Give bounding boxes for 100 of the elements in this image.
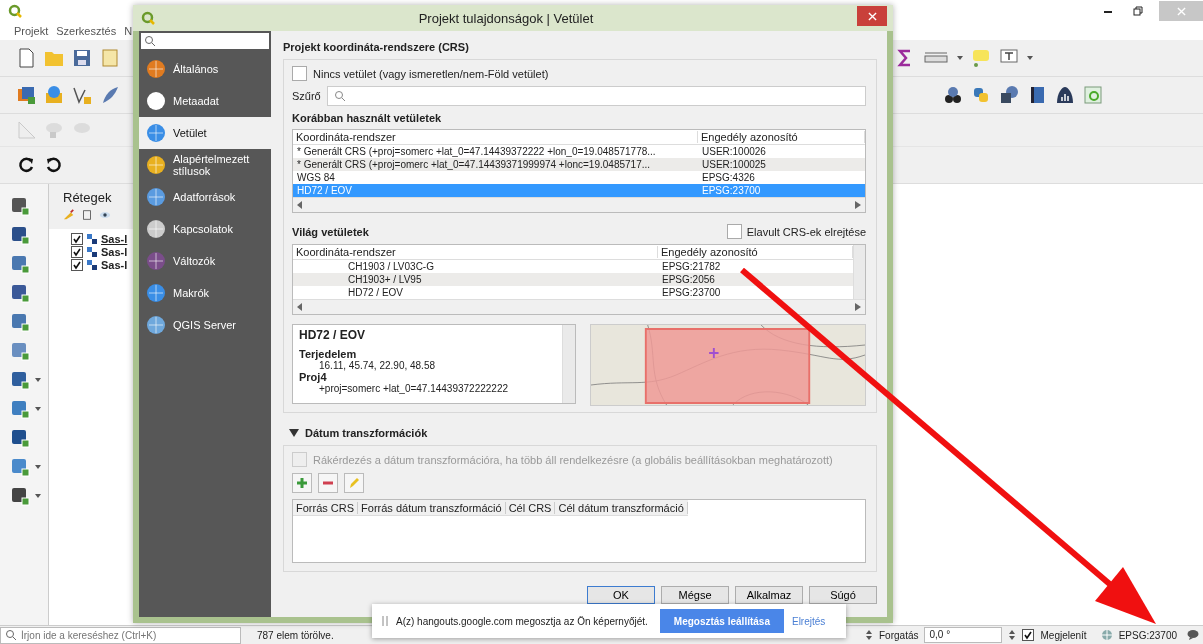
search-field[interactable]: Írjon ide a kereséshez (Ctrl+K) bbox=[0, 626, 241, 644]
rotate-clockwise-icon[interactable] bbox=[16, 155, 36, 175]
details-heading: Terjedelem bbox=[299, 348, 357, 360]
checkbox[interactable] bbox=[71, 233, 83, 245]
section-title: Világ vetületek bbox=[292, 225, 369, 238]
checkbox[interactable] bbox=[71, 259, 83, 271]
menu-item[interactable]: Projekt bbox=[14, 25, 49, 37]
checkbox[interactable] bbox=[726, 224, 742, 239]
sidebar-item[interactable]: Makrók bbox=[139, 277, 271, 309]
dome-icon[interactable] bbox=[1055, 85, 1075, 105]
eye-icon[interactable] bbox=[99, 209, 111, 221]
column-header[interactable]: Engedély azonosító bbox=[698, 131, 865, 143]
checkbox[interactable] bbox=[292, 66, 307, 81]
dialog-button[interactable]: OK bbox=[587, 586, 655, 604]
remove-button[interactable] bbox=[318, 473, 338, 493]
table-row[interactable]: CH1903+ / LV95 EPSG:2056 bbox=[293, 273, 853, 286]
layers-icon[interactable] bbox=[16, 85, 36, 105]
search-icon bbox=[333, 90, 346, 102]
column-header[interactable]: Cél dátum transzformáció bbox=[555, 501, 688, 514]
scroll-left-icon[interactable] bbox=[297, 201, 303, 209]
render-label: Megjelenít bbox=[1040, 629, 1087, 641]
vector-node-icon[interactable] bbox=[72, 85, 92, 105]
sidebar-item[interactable]: Alapértelmezett stílusok bbox=[139, 149, 271, 181]
checkbox-label: Rákérdezés a dátum transzformációra, ha több áll rendelkezésre (a globális beállításokban meghatározott) bbox=[313, 453, 833, 466]
filter-field[interactable] bbox=[326, 86, 866, 106]
crs-status[interactable]: EPSG:23700 bbox=[1118, 629, 1177, 641]
dialog-button[interactable]: Súgó bbox=[809, 586, 877, 604]
pencil-icon bbox=[347, 476, 361, 490]
details-text: +proj=somerc +lat_0=47.14439372222222 bbox=[318, 383, 510, 394]
sidebar-item[interactable]: Adatforrások bbox=[139, 181, 271, 213]
checkbox[interactable] bbox=[1022, 629, 1035, 641]
messages-icon[interactable] bbox=[1187, 629, 1199, 641]
layer-name[interactable]: Sas-l bbox=[101, 233, 128, 245]
scrollbar[interactable] bbox=[853, 245, 865, 299]
python-icon[interactable] bbox=[971, 85, 991, 105]
table-refresh-icon[interactable] bbox=[1083, 85, 1103, 105]
table-row[interactable]: WGS 84 EPSG:4326 bbox=[293, 171, 865, 184]
group-icon[interactable] bbox=[81, 209, 93, 221]
section-title[interactable]: Dátum transzformációk bbox=[305, 427, 428, 439]
restore-icon[interactable] bbox=[1132, 5, 1144, 17]
globe-box-icon[interactable] bbox=[44, 85, 64, 105]
scroll-left-icon[interactable] bbox=[297, 303, 303, 311]
close-icon bbox=[867, 11, 877, 21]
search-icon bbox=[5, 629, 17, 641]
section-title: Korábban használt vetületek bbox=[292, 112, 443, 124]
checkbox[interactable] bbox=[71, 246, 83, 258]
rotation-field[interactable]: 0,0 ° bbox=[924, 627, 1003, 643]
close-icon bbox=[1176, 6, 1186, 16]
sidebar-item[interactable]: Kapcsolatok bbox=[139, 213, 271, 245]
sidebar-item[interactable]: Metaadat bbox=[139, 85, 271, 117]
stop-sharing-button[interactable]: Megosztás leállítása bbox=[659, 609, 784, 633]
spin-arrows-icon[interactable] bbox=[865, 629, 873, 641]
panel-title: Rétegek bbox=[62, 189, 113, 207]
sidebar-item[interactable]: Általános bbox=[139, 53, 271, 85]
column-header[interactable]: Koordináta-rendszer bbox=[293, 131, 698, 143]
details-text: 16.11, 45.74, 22.90, 48.58 bbox=[319, 360, 437, 371]
table-row[interactable]: * Generált CRS (+proj=somerc +lat_0=47.14439372222 +lon_0=19.048571778... USER:100026 bbox=[293, 145, 865, 158]
crs-name: HD72 / EOV bbox=[299, 328, 367, 342]
sidebar-item[interactable]: Vetület bbox=[139, 117, 271, 149]
caret-icon[interactable] bbox=[1027, 56, 1033, 60]
table-row[interactable]: CH1903 / LV03C-G EPSG:21782 bbox=[293, 260, 853, 273]
column-header[interactable]: Cél CRS bbox=[505, 501, 556, 514]
save-icon[interactable] bbox=[72, 48, 92, 68]
caret-icon[interactable] bbox=[957, 56, 963, 60]
caret-icon[interactable] bbox=[35, 465, 41, 469]
search-field[interactable] bbox=[141, 33, 269, 49]
close-button[interactable] bbox=[857, 6, 887, 26]
caret-icon[interactable] bbox=[35, 378, 41, 382]
scroll-right-icon[interactable] bbox=[855, 201, 861, 209]
table-row[interactable]: * Generált CRS (+proj=omerc +lat_0=47.14439371999974 +lonc=19.0485717... USER:100025 bbox=[293, 158, 865, 171]
new-document-icon[interactable] bbox=[16, 48, 36, 68]
add-button[interactable] bbox=[292, 473, 312, 493]
layer-name[interactable]: Sas-l bbox=[101, 246, 128, 258]
dialog-button[interactable]: Mégse bbox=[661, 586, 729, 604]
expand-triangle-icon[interactable] bbox=[289, 429, 299, 437]
plus-icon bbox=[295, 476, 309, 490]
sidebar-item[interactable]: QGIS Server bbox=[139, 309, 271, 341]
menu-item[interactable]: Szerkesztés bbox=[56, 25, 117, 37]
grip-icon[interactable] bbox=[382, 615, 388, 627]
menu-item[interactable]: N bbox=[124, 25, 133, 37]
dialog-button[interactable]: Alkalmaz bbox=[735, 586, 803, 604]
spin-arrows-icon[interactable] bbox=[1008, 629, 1017, 641]
sigma-bubble-icon[interactable] bbox=[999, 85, 1019, 105]
layer-name[interactable]: Sas-l bbox=[101, 259, 128, 271]
checkbox-label: Nincs vetület (vagy ismeretlen/nem-Föld vetület) bbox=[313, 67, 549, 80]
hide-link[interactable]: Elrejtés bbox=[791, 615, 826, 627]
table-row[interactable]: HD72 / EOV EPSG:23700 bbox=[293, 286, 853, 299]
caret-icon[interactable] bbox=[35, 494, 41, 498]
app-logo-icon bbox=[8, 4, 22, 18]
scroll-right-icon[interactable] bbox=[855, 303, 861, 311]
column-header[interactable]: Koordináta-rendszer bbox=[293, 246, 658, 258]
column-header[interactable]: Forrás dátum transzformáció bbox=[358, 501, 506, 514]
scrollbar[interactable] bbox=[562, 325, 575, 403]
sidebar-item[interactable]: Változók bbox=[139, 245, 271, 277]
caret-icon[interactable] bbox=[35, 407, 41, 411]
binoculars-icon[interactable] bbox=[943, 85, 963, 105]
notification-text: A(z) hangouts.google.com megosztja az Ön képernyőjét. bbox=[396, 615, 648, 627]
column-header[interactable]: Forrás CRS bbox=[293, 501, 359, 514]
rotate-counterclockwise-icon[interactable] bbox=[44, 155, 64, 175]
filter-label: Szűrő bbox=[292, 90, 321, 102]
